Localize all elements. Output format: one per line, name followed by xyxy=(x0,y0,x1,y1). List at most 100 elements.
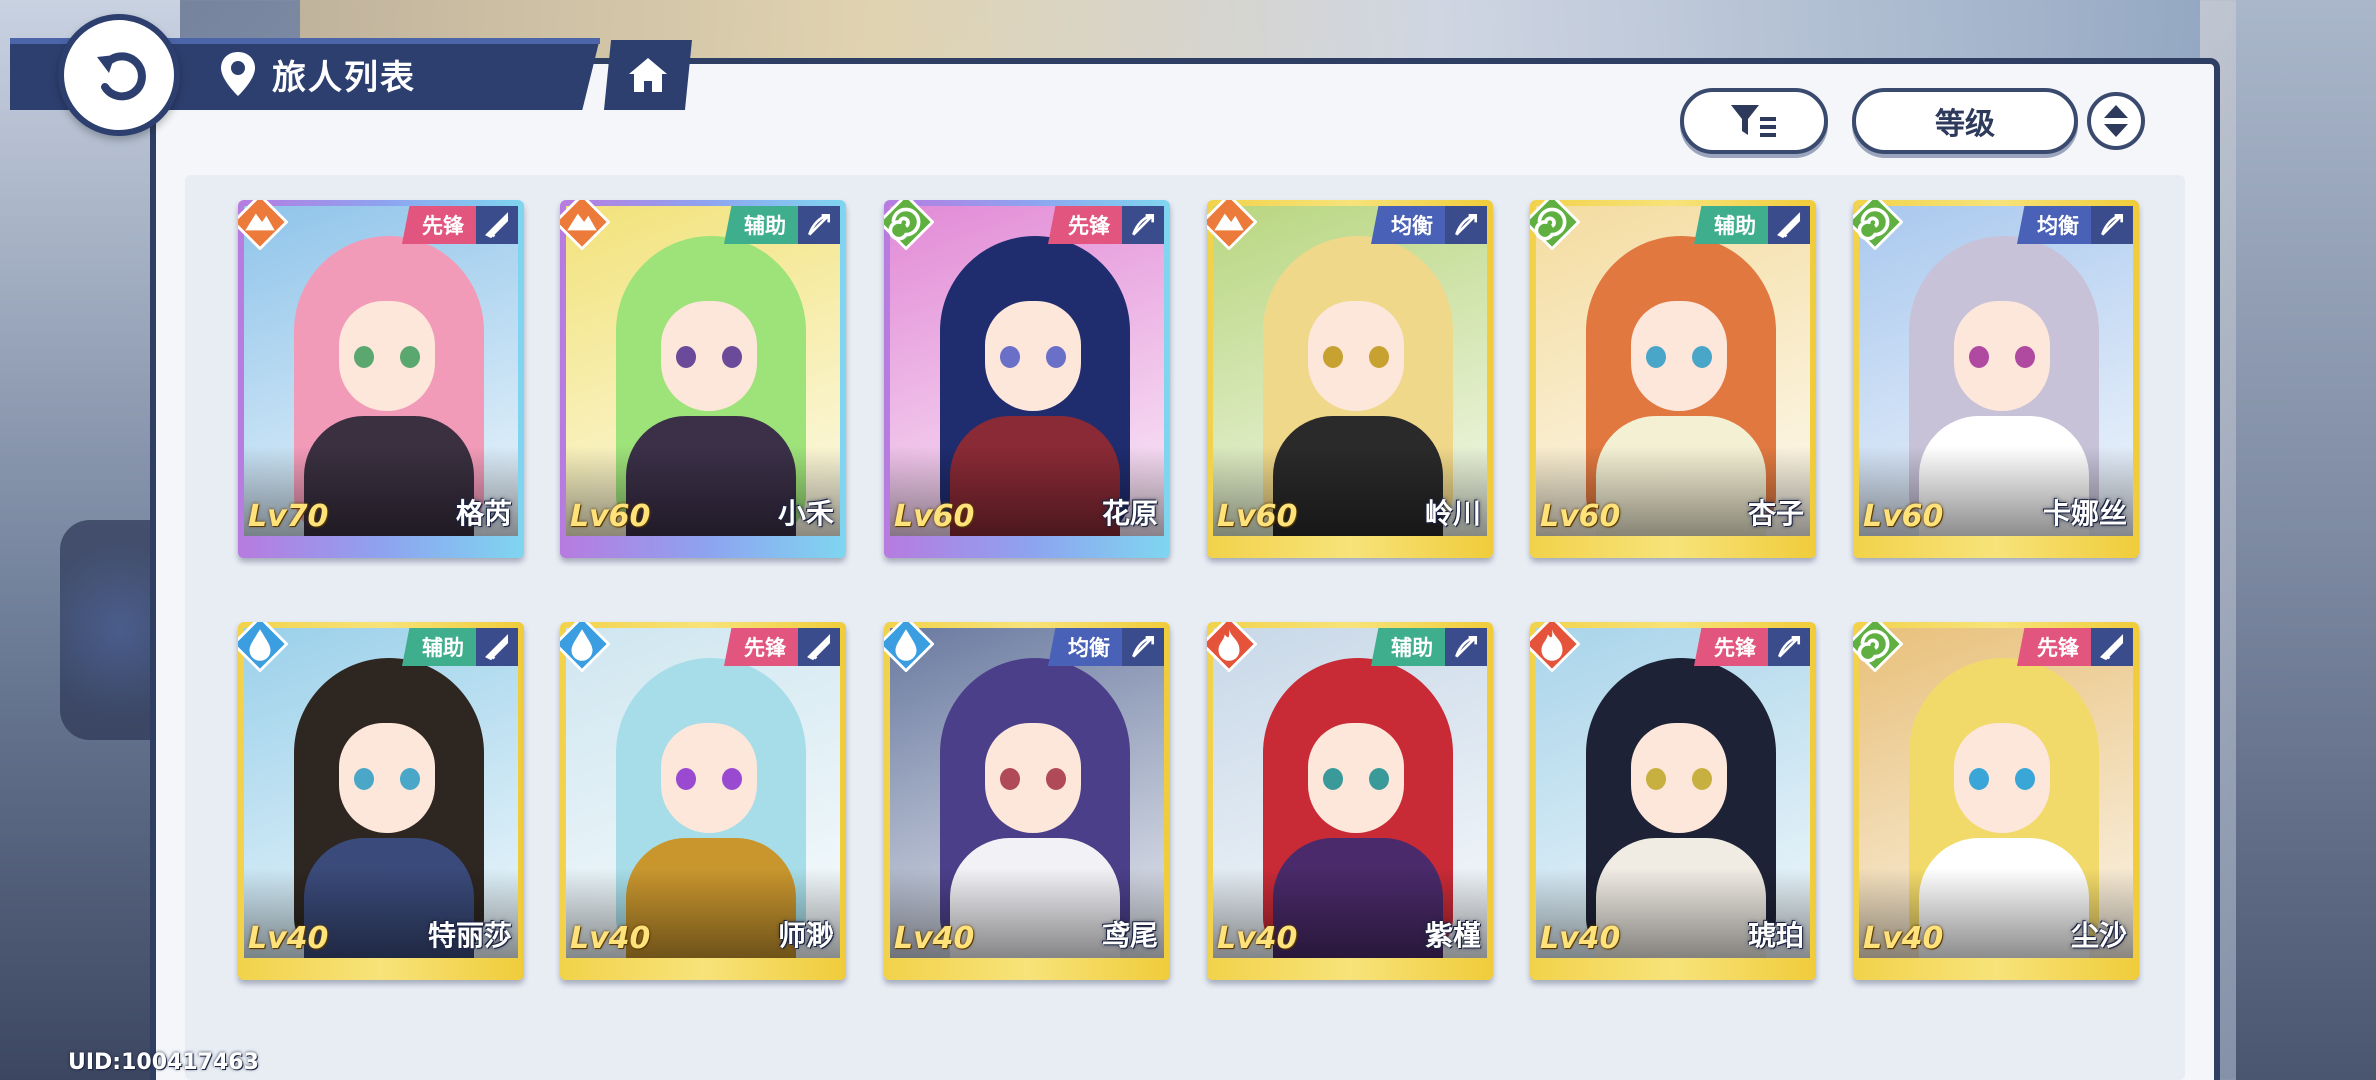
back-button[interactable] xyxy=(58,14,180,136)
role-label: 先锋 xyxy=(1048,206,1122,244)
character-portrait xyxy=(566,628,840,958)
role-badge: 先锋 xyxy=(724,628,840,666)
weapon-badge xyxy=(476,206,518,244)
sword-icon xyxy=(2100,634,2124,661)
sword-icon xyxy=(485,212,509,239)
element-wind-icon xyxy=(884,200,934,250)
back-arrow-icon xyxy=(97,52,146,101)
role-badge: 均衡 xyxy=(2017,206,2133,244)
weapon-badge xyxy=(1445,206,1487,244)
card-level: Lv60 xyxy=(1540,499,1621,534)
card-level: Lv40 xyxy=(1863,921,1944,956)
weapon-badge xyxy=(798,628,840,666)
bow-icon xyxy=(1132,213,1155,236)
traveler-card[interactable]: Lv70 格芮 先锋 xyxy=(238,200,524,558)
traveler-card[interactable]: Lv60 小禾 辅助 xyxy=(560,200,846,558)
traveler-card[interactable]: Lv40 尘沙 先锋 xyxy=(1853,622,2139,980)
element-earth-icon xyxy=(238,200,288,250)
role-label: 辅助 xyxy=(724,206,798,244)
role-label: 辅助 xyxy=(1371,628,1445,666)
role-label: 均衡 xyxy=(2017,206,2091,244)
card-name: 卡娜丝 xyxy=(2042,497,2127,530)
character-portrait xyxy=(890,628,1164,958)
traveler-card[interactable]: Lv60 花原 先锋 xyxy=(884,200,1170,558)
role-label: 先锋 xyxy=(724,628,798,666)
element-fire-icon xyxy=(1530,622,1580,672)
sword-icon xyxy=(1777,212,1801,239)
element-earth-icon xyxy=(560,200,610,250)
character-portrait xyxy=(244,628,518,958)
traveler-card[interactable]: Lv60 卡娜丝 均衡 xyxy=(1853,200,2139,558)
role-label: 均衡 xyxy=(1048,628,1122,666)
card-level: Lv40 xyxy=(894,921,975,956)
element-fire-icon xyxy=(1207,622,1257,672)
character-portrait xyxy=(1213,628,1487,958)
card-level: Lv40 xyxy=(248,921,329,956)
card-level: Lv60 xyxy=(894,499,975,534)
traveler-card[interactable]: Lv60 岭川 均衡 xyxy=(1207,200,1493,558)
role-label: 辅助 xyxy=(1694,206,1768,244)
card-level: Lv40 xyxy=(1217,921,1298,956)
card-name: 师渺 xyxy=(777,919,834,952)
weapon-badge xyxy=(798,206,840,244)
traveler-card[interactable]: Lv40 师渺 先锋 xyxy=(560,622,846,980)
role-badge: 辅助 xyxy=(402,628,518,666)
weapon-badge xyxy=(1768,206,1810,244)
character-portrait xyxy=(1536,206,1810,536)
traveler-card[interactable]: Lv60 杏子 辅助 xyxy=(1530,200,1816,558)
traveler-card[interactable]: Lv40 鸢尾 均衡 xyxy=(884,622,1170,980)
bow-icon xyxy=(1455,635,1478,658)
character-portrait xyxy=(1213,206,1487,536)
role-badge: 均衡 xyxy=(1048,628,1164,666)
card-level: Lv40 xyxy=(1540,921,1621,956)
sort-order-icon xyxy=(2104,105,2128,137)
character-portrait xyxy=(244,206,518,536)
card-name: 紫槿 xyxy=(1424,919,1481,952)
weapon-badge xyxy=(2091,628,2133,666)
card-name: 鸢尾 xyxy=(1101,919,1158,952)
weapon-badge xyxy=(2091,206,2133,244)
character-portrait xyxy=(1859,628,2133,958)
weapon-badge xyxy=(476,628,518,666)
card-level: Lv40 xyxy=(570,921,651,956)
filter-icon xyxy=(1731,105,1776,137)
sort-dropdown[interactable]: 等级 xyxy=(1852,88,2078,154)
element-wind-icon xyxy=(1853,200,1903,250)
character-portrait xyxy=(1859,206,2133,536)
filter-button[interactable] xyxy=(1680,88,1828,154)
element-water-icon xyxy=(884,622,934,672)
role-label: 先锋 xyxy=(1694,628,1768,666)
role-badge: 先锋 xyxy=(1048,206,1164,244)
traveler-card[interactable]: Lv40 特丽莎 辅助 xyxy=(238,622,524,980)
card-name: 琥珀 xyxy=(1747,919,1804,952)
card-name: 格芮 xyxy=(455,497,512,530)
weapon-badge xyxy=(1122,206,1164,244)
card-name: 花原 xyxy=(1101,497,1158,530)
card-name: 尘沙 xyxy=(2070,919,2127,952)
element-water-icon xyxy=(560,622,610,672)
role-badge: 辅助 xyxy=(1371,628,1487,666)
card-name: 岭川 xyxy=(1424,497,1481,530)
home-icon xyxy=(629,58,667,92)
role-label: 均衡 xyxy=(1371,206,1445,244)
location-pin-icon xyxy=(221,52,255,96)
role-label: 先锋 xyxy=(2017,628,2091,666)
bow-icon xyxy=(1778,635,1801,658)
character-portrait xyxy=(1536,628,1810,958)
role-badge: 先锋 xyxy=(2017,628,2133,666)
traveler-card[interactable]: Lv40 琥珀 先锋 xyxy=(1530,622,1816,980)
sort-order-button[interactable] xyxy=(2087,92,2145,150)
weapon-badge xyxy=(1122,628,1164,666)
role-badge: 先锋 xyxy=(402,206,518,244)
bow-icon xyxy=(1132,635,1155,658)
role-badge: 先锋 xyxy=(1694,628,1810,666)
element-earth-icon xyxy=(1207,200,1257,250)
card-name: 特丽莎 xyxy=(427,919,512,952)
element-water-icon xyxy=(238,622,288,672)
role-badge: 辅助 xyxy=(1694,206,1810,244)
bow-icon xyxy=(1455,213,1478,236)
traveler-card[interactable]: Lv40 紫槿 辅助 xyxy=(1207,622,1493,980)
role-label: 辅助 xyxy=(402,628,476,666)
sword-icon xyxy=(485,634,509,661)
home-button[interactable] xyxy=(604,40,692,110)
